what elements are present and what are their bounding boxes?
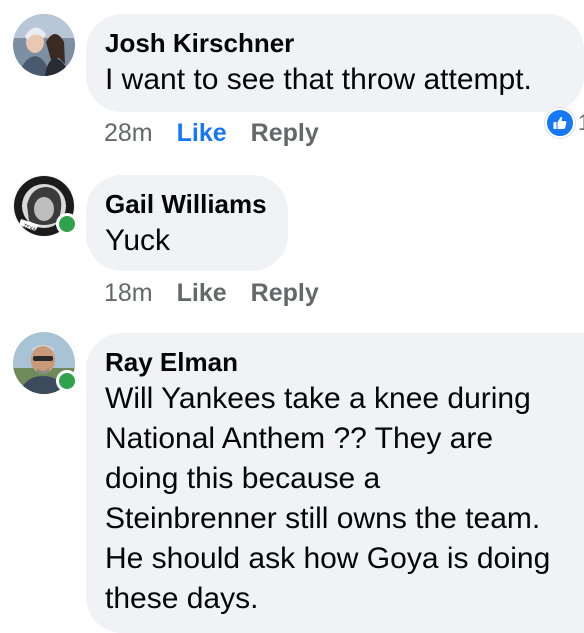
online-status-icon — [56, 213, 78, 235]
comment-timestamp[interactable]: 18m — [104, 279, 153, 307]
comment-text: Yuck — [105, 224, 171, 257]
avatar[interactable]: TEXAS — [13, 175, 78, 237]
online-status-icon — [56, 370, 78, 392]
comment-author[interactable]: Ray Elman — [105, 347, 584, 377]
comment-text: I want to see that throw attempt. — [105, 63, 532, 96]
reply-button[interactable]: Reply — [251, 279, 319, 307]
comment-author[interactable]: Gail Williams — [105, 189, 268, 219]
like-button[interactable]: Like — [177, 279, 227, 307]
comment-timestamp[interactable]: 28m — [104, 119, 153, 147]
comment-author[interactable]: Josh Kirschner — [105, 28, 564, 58]
like-button[interactable]: Like — [177, 119, 227, 147]
comment-actions: 18m Like Reply — [104, 278, 343, 308]
comment-text: Will Yankees take a knee during National… — [105, 382, 551, 615]
avatar[interactable] — [13, 14, 75, 76]
comment-bubble: Gail Williams Yuck — [86, 175, 288, 271]
thumbs-up-icon — [545, 108, 575, 138]
comment-bubble: Josh Kirschner I want to see that throw … — [86, 14, 584, 112]
reaction-count: 1 — [578, 110, 584, 136]
reaction-summary[interactable]: 1 — [545, 108, 584, 138]
comment-bubble: Ray Elman Will Yankees take a knee durin… — [86, 333, 584, 633]
comment-actions: 28m Like Reply — [104, 118, 343, 148]
reply-button[interactable]: Reply — [251, 119, 319, 147]
avatar[interactable] — [13, 332, 78, 394]
